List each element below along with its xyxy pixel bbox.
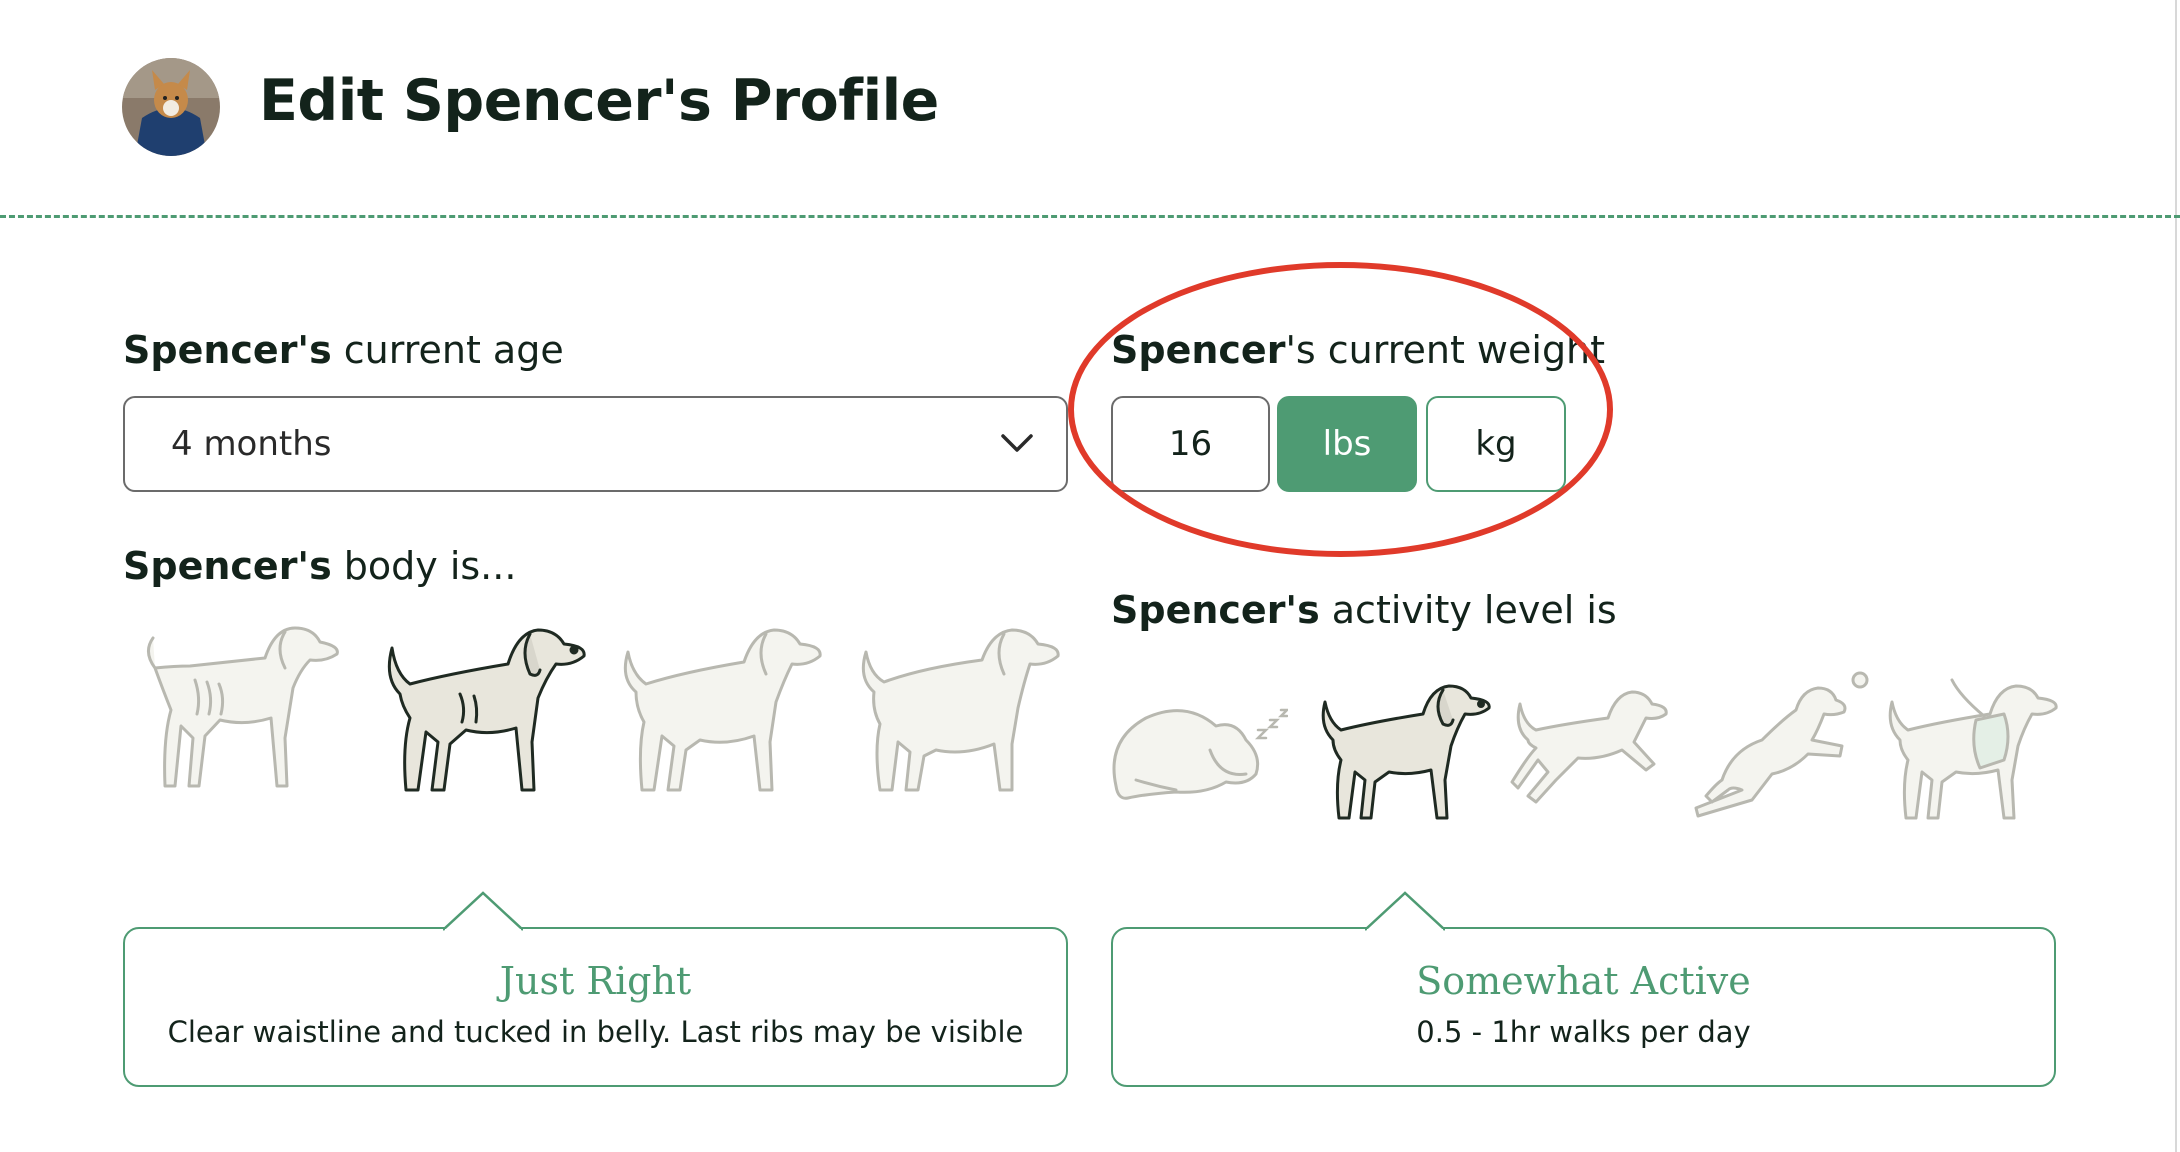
dashed-divider xyxy=(0,215,2180,218)
age-label-rest: current age xyxy=(331,328,564,372)
age-select[interactable]: 4 months xyxy=(123,396,1068,492)
jumping-dog-icon[interactable] xyxy=(1692,670,1872,820)
unit-lbs-button[interactable]: lbs xyxy=(1277,396,1417,492)
weight-label-rest: 's current weight xyxy=(1285,328,1606,372)
page-title: Edit Spencer's Profile xyxy=(259,68,939,134)
just-right-dog-icon[interactable] xyxy=(378,618,588,798)
a-bit-chubby-dog-icon[interactable] xyxy=(614,618,824,798)
body-label-name: Spencer's xyxy=(123,544,332,588)
working-dog-icon[interactable] xyxy=(1880,676,2060,826)
activity-label-name: Spencer's xyxy=(1111,588,1320,632)
age-select-value: 4 months xyxy=(171,424,332,464)
chevron-down-icon xyxy=(1001,434,1033,452)
activity-label-rest: activity level is xyxy=(1319,588,1617,632)
weight-label: Spencer's current weight xyxy=(1111,328,1605,372)
standing-dog-icon[interactable] xyxy=(1313,676,1493,826)
avatar xyxy=(122,58,220,156)
age-label-name: Spencer's xyxy=(123,328,332,372)
activity-result-title: Somewhat Active xyxy=(1416,959,1751,1003)
body-label: Spencer's body is... xyxy=(123,544,516,588)
activity-label: Spencer's activity level is xyxy=(1111,588,1617,632)
age-label: Spencer's current age xyxy=(123,328,564,372)
walking-dog-icon[interactable] xyxy=(1508,684,1668,814)
activity-result-panel: Somewhat Active 0.5 - 1hr walks per day xyxy=(1111,891,2056,1087)
body-result-title: Just Right xyxy=(499,959,692,1003)
panel-pointer xyxy=(443,891,523,931)
sleeping-dog-icon[interactable] xyxy=(1106,690,1288,810)
activity-result-description: 0.5 - 1hr walks per day xyxy=(1416,1015,1751,1049)
body-result-description: Clear waistline and tucked in belly. Las… xyxy=(167,1015,1024,1049)
panel-pointer xyxy=(1365,891,1445,931)
weight-input[interactable]: 16 xyxy=(1111,396,1270,492)
unit-kg-button[interactable]: kg xyxy=(1426,396,1566,492)
weight-label-name: Spencer xyxy=(1111,328,1286,372)
too-thin-dog-icon[interactable] xyxy=(135,618,345,798)
overweight-dog-icon[interactable] xyxy=(852,618,1062,798)
body-label-rest: body is... xyxy=(331,544,517,588)
body-result-panel: Just Right Clear waistline and tucked in… xyxy=(123,891,1068,1087)
